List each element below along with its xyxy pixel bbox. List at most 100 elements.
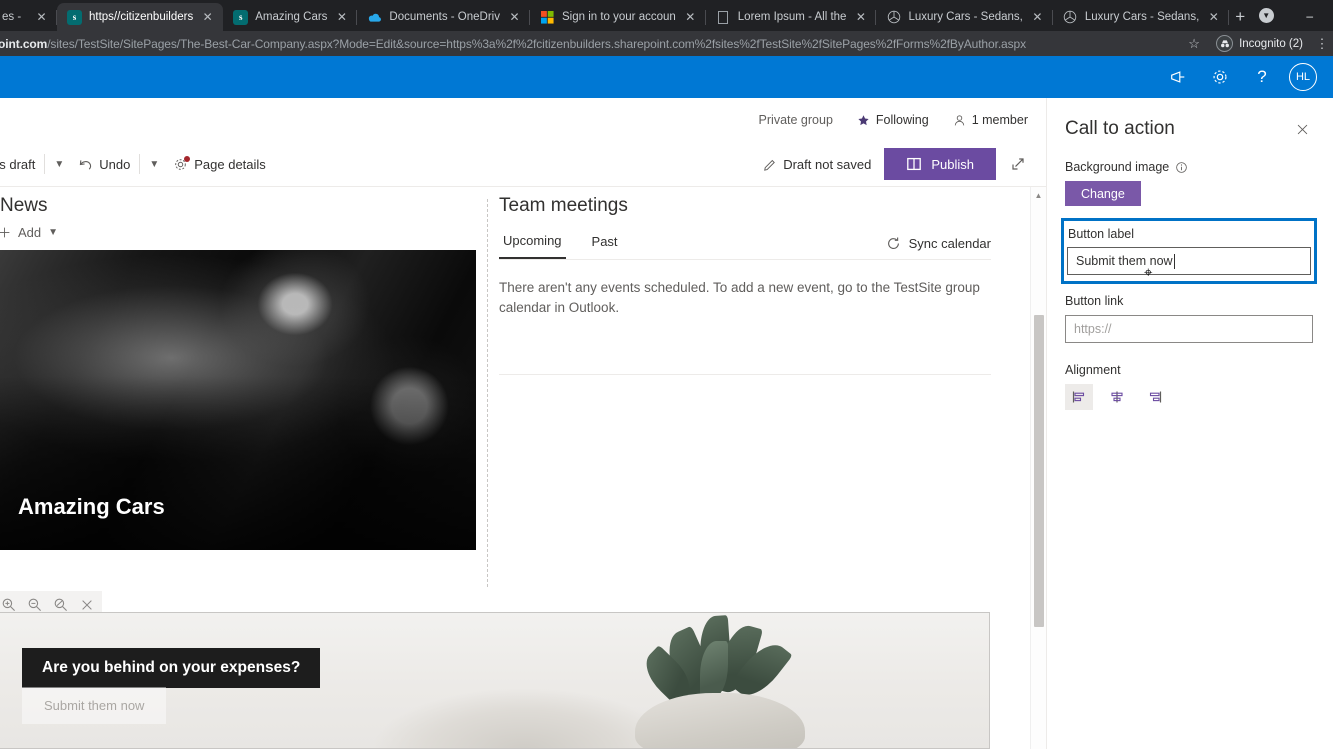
browser-tab[interactable]: Sign in to your accoun ✕: [530, 3, 706, 31]
zoom-out-icon[interactable]: [26, 596, 44, 614]
draft-status: Draft not saved: [756, 147, 878, 181]
gear-icon[interactable]: [1201, 56, 1239, 98]
chrome-profile-icon[interactable]: ▼: [1245, 0, 1287, 31]
canvas-scrollbar[interactable]: ▲: [1030, 187, 1046, 749]
close-icon[interactable]: ✕: [1206, 10, 1221, 25]
browser-tab[interactable]: Luxury Cars - Sedans, ✕: [876, 3, 1053, 31]
tab-title: es -: [2, 11, 22, 23]
command-bar-right: Draft not saved Publish: [756, 147, 1034, 181]
save-as-draft-label: as draft: [0, 156, 36, 172]
change-background-button[interactable]: Change: [1065, 181, 1141, 206]
members-button[interactable]: 1 member: [953, 113, 1028, 127]
close-icon[interactable]: ✕: [200, 10, 215, 25]
incognito-icon: [1216, 35, 1234, 52]
undo-button[interactable]: Undo: [71, 147, 137, 181]
sync-icon: [886, 236, 901, 251]
close-icon[interactable]: ✕: [1030, 10, 1045, 25]
alignment-label: Alignment: [1065, 363, 1121, 377]
property-pane: Call to action Background image Change B…: [1046, 98, 1333, 749]
sharepoint-icon: s: [67, 9, 82, 25]
align-right-icon[interactable]: [1141, 384, 1169, 410]
tab-upcoming[interactable]: Upcoming: [499, 227, 566, 259]
site-header: Private group Following 1 member: [0, 98, 1046, 142]
privacy-label: Private group: [758, 113, 833, 127]
tab-title: Lorem Ipsum - All the: [737, 11, 847, 23]
align-left-icon[interactable]: [1065, 384, 1093, 410]
plus-icon: [0, 226, 11, 239]
undo-icon: [78, 157, 93, 172]
background-image-label: Background image: [1065, 160, 1170, 174]
close-icon[interactable]: ✕: [34, 10, 49, 25]
column-divider: [487, 199, 488, 587]
close-icon[interactable]: ✕: [853, 10, 868, 25]
news-card[interactable]: Amazing Cars: [0, 250, 476, 550]
megaphone-icon[interactable]: [1159, 56, 1197, 98]
save-options-chevron[interactable]: ▼: [47, 147, 71, 181]
scrollbar-thumb[interactable]: [1034, 315, 1044, 627]
cta-webpart-preview[interactable]: Are you behind on your expenses? Submit …: [0, 612, 990, 749]
browser-address-bar[interactable]: oint.com/sites/TestSite/SitePages/The-Be…: [0, 31, 1333, 56]
close-icon[interactable]: ✕: [683, 10, 698, 25]
browser-tab[interactable]: s Amazing Cars ✕: [223, 3, 358, 31]
publish-button[interactable]: Publish: [884, 148, 996, 180]
button-label-label: Button label: [1068, 227, 1135, 241]
url-text[interactable]: oint.com/sites/TestSite/SitePages/The-Be…: [0, 37, 1180, 51]
tab-title: Luxury Cars - Sedans,: [908, 11, 1023, 23]
close-icon[interactable]: ✕: [507, 10, 522, 25]
sync-calendar-button[interactable]: Sync calendar: [886, 236, 1019, 251]
avatar[interactable]: HL: [1289, 63, 1317, 91]
tab-title: Sign in to your accoun: [561, 11, 676, 23]
members-label: 1 member: [971, 113, 1028, 127]
browser-tab-active[interactable]: s https//citizenbuilders ✕: [57, 3, 224, 31]
tab-past[interactable]: Past: [588, 228, 622, 258]
button-link-input[interactable]: https://: [1065, 315, 1313, 343]
news-webpart-title: News: [0, 195, 48, 216]
scrollbar-up-arrow[interactable]: ▲: [1031, 187, 1046, 204]
page-body: Private group Following 1 member as draf…: [0, 98, 1333, 749]
following-button[interactable]: Following: [857, 113, 929, 127]
save-as-draft-button[interactable]: as draft: [0, 147, 42, 181]
expand-icon[interactable]: [1002, 148, 1034, 180]
help-icon[interactable]: ?: [1243, 56, 1281, 98]
incognito-label: Incognito (2): [1239, 37, 1303, 50]
page-canvas: News Add ▼ Amazing Cars Team meetings Up…: [0, 187, 1046, 749]
window-controls: ▼ – ❐ ✕: [1245, 0, 1333, 31]
add-news-button[interactable]: Add ▼: [0, 225, 476, 240]
divider: [499, 259, 991, 260]
cta-button[interactable]: Submit them now: [22, 687, 167, 724]
new-tab-button[interactable]: +: [1235, 4, 1245, 30]
zoom-reset-icon[interactable]: [52, 596, 70, 614]
tab-title: Documents - OneDriv: [389, 11, 500, 23]
publish-book-icon: [906, 156, 922, 172]
alignment-options: [1065, 384, 1313, 410]
button-label-value: Submit them now: [1076, 254, 1173, 268]
info-icon[interactable]: [1175, 161, 1188, 174]
canvas-column-right: Team meetings Upcoming Past Sync calenda…: [499, 195, 1019, 587]
sync-calendar-label: Sync calendar: [908, 235, 991, 251]
browser-tab[interactable]: Lorem Ipsum - All the ✕: [706, 3, 877, 31]
incognito-indicator[interactable]: Incognito (2): [1208, 34, 1311, 54]
pencil-icon: [763, 157, 777, 171]
cta-heading: Are you behind on your expenses?: [22, 648, 321, 688]
close-icon[interactable]: [1291, 118, 1313, 140]
sharepoint-icon: s: [233, 9, 249, 25]
close-icon[interactable]: ✕: [334, 10, 349, 25]
button-label-input[interactable]: Submit them now ⌖: [1067, 247, 1311, 280]
chrome-menu-icon[interactable]: ⋮: [1311, 36, 1333, 52]
browser-tab[interactable]: Documents - OneDriv ✕: [357, 3, 530, 31]
divider: [44, 154, 46, 174]
unsaved-dot: [184, 155, 191, 162]
browser-tab-strip: es - ✕ s https//citizenbuilders ✕ s Amaz…: [0, 0, 1333, 31]
browser-tab[interactable]: Luxury Cars - Sedans, ✕: [1053, 3, 1230, 31]
browser-tab[interactable]: es - ✕: [0, 3, 57, 31]
sharepoint-suite-bar: Search this site ? HL: [0, 56, 1333, 149]
window-minimize-button[interactable]: –: [1287, 0, 1332, 31]
bookmark-star-icon[interactable]: ☆: [1180, 36, 1208, 52]
suite-bar-actions: ? HL: [1159, 56, 1323, 98]
close-icon[interactable]: [78, 596, 96, 614]
page-details-label: Page details: [194, 156, 266, 172]
align-center-icon[interactable]: [1103, 384, 1131, 410]
undo-options-chevron[interactable]: ▼: [142, 147, 166, 181]
page-details-button[interactable]: Page details: [166, 147, 273, 181]
zoom-in-icon[interactable]: [0, 596, 18, 614]
